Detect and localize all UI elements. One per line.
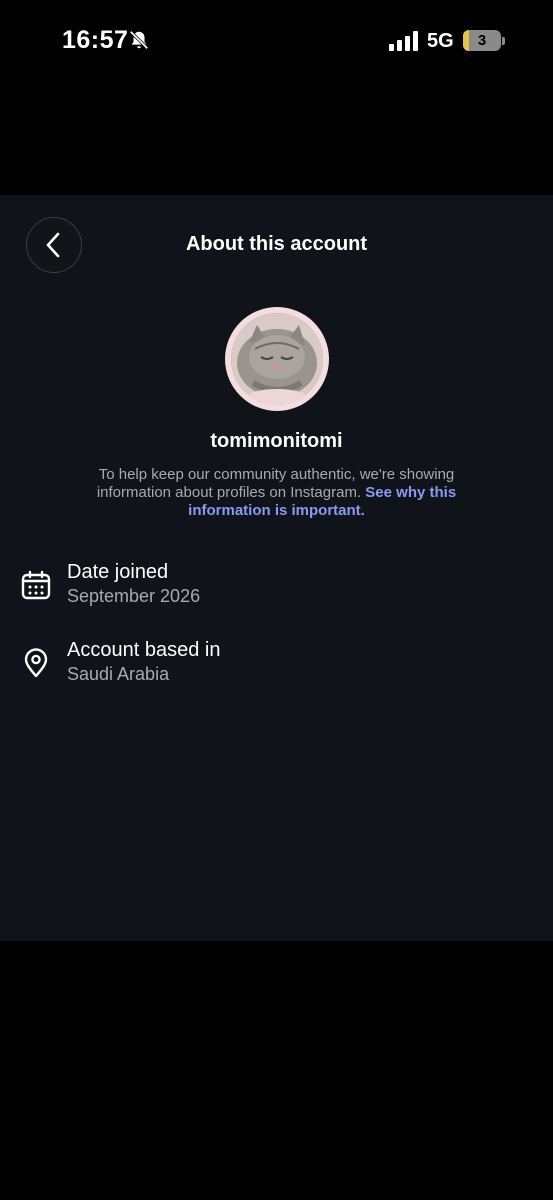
account-based-in-value: Saudi Arabia: [67, 664, 170, 684]
battery-fill: [463, 30, 469, 51]
battery-icon: 3: [463, 30, 501, 51]
battery-level: 3: [477, 32, 487, 49]
status-bar: 16:57 5G 3: [0, 0, 553, 82]
account-based-in-row: Account based in Saudi Arabia: [0, 639, 553, 689]
location-pin-icon: [24, 648, 48, 678]
profile-picture: [231, 313, 323, 405]
username: tomimonitomi: [210, 430, 343, 452]
date-joined-value: September 2026: [67, 586, 201, 606]
avatar: [225, 307, 329, 411]
network-type: 5G: [427, 30, 454, 52]
info-description: To help keep our community authentic, we…: [70, 466, 483, 520]
signal-bars-icon: [389, 31, 418, 51]
date-joined-row: Date joined September 2026: [0, 561, 553, 611]
account-based-in-label: Account based in: [67, 639, 221, 661]
calendar-icon: [21, 570, 51, 600]
battery-nub: [502, 37, 505, 45]
cat-photo: [231, 313, 323, 405]
status-time: 16:57: [62, 26, 129, 54]
about-account-sheet: About this account tomimonitomi To help …: [0, 195, 553, 941]
screen: 16:57 5G 3 About this account tomimonito…: [0, 0, 553, 1200]
date-joined-label: Date joined: [67, 561, 169, 583]
bell-slash-icon: [129, 30, 149, 50]
page-title: About this account: [185, 233, 368, 255]
